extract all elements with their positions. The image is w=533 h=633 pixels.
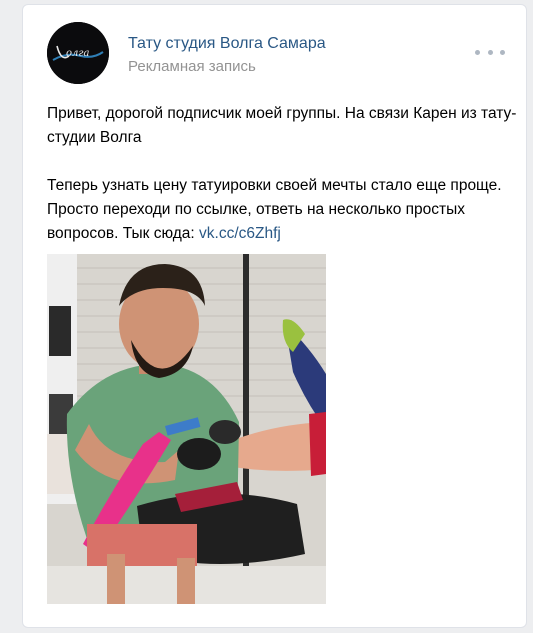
author-name[interactable]: Тату студия Волга Самара bbox=[128, 35, 326, 53]
dot bbox=[487, 49, 493, 55]
sponsored-label: Рекламная запись bbox=[128, 58, 256, 75]
tattoo-session-image bbox=[47, 254, 326, 604]
post-link[interactable]: vk.cc/c6Zhfj bbox=[199, 225, 281, 242]
post-photo[interactable] bbox=[47, 254, 326, 604]
paragraph-offer: Теперь узнать цену татуировки своей мечт… bbox=[47, 174, 517, 246]
dot bbox=[475, 49, 480, 55]
svg-text:олга: олга bbox=[66, 48, 89, 59]
paragraph-greeting: Привет, дорогой подписчик моей группы. Н… bbox=[47, 105, 517, 146]
post-text: Привет, дорогой подписчик моей группы. Н… bbox=[47, 102, 517, 246]
avatar[interactable]: олга bbox=[47, 22, 109, 84]
dot bbox=[500, 49, 505, 55]
more-dots-icon[interactable] bbox=[475, 45, 505, 59]
studio-logo: олга bbox=[47, 22, 109, 84]
post-card: олга Тату студия Волга Самара Рекламная … bbox=[22, 4, 527, 628]
